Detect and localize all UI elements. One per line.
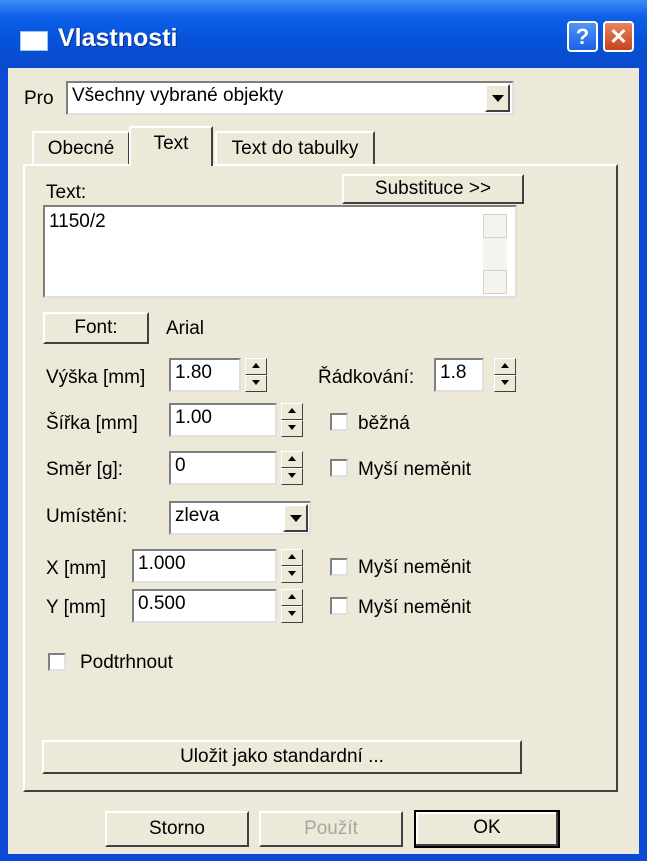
title-bar[interactable]: Vlastnosti ? ✕ <box>0 0 647 68</box>
height-spinner[interactable] <box>245 358 267 392</box>
direction-value: 0 <box>175 455 186 476</box>
spin-down-icon[interactable] <box>281 566 303 583</box>
spin-up-icon[interactable] <box>281 549 303 566</box>
line-spacing-value: 1.8 <box>440 362 467 383</box>
width-input[interactable]: 1.00 <box>169 403 277 437</box>
line-spacing-input[interactable]: 1.8 <box>434 358 484 392</box>
width-spinner[interactable] <box>281 403 303 437</box>
placement-value: zleva <box>175 505 220 526</box>
spin-up-icon[interactable] <box>281 589 303 606</box>
direction-input[interactable]: 0 <box>169 451 277 485</box>
text-input[interactable]: 1150/2 <box>43 205 517 298</box>
tab-text[interactable]: Text <box>129 126 213 166</box>
text-input-value: 1150/2 <box>49 211 106 232</box>
placement-label: Umístění: <box>46 506 128 527</box>
spin-up-icon[interactable] <box>281 451 303 468</box>
spin-up-icon[interactable] <box>494 358 516 375</box>
placement-dropdown-arrow-icon[interactable] <box>283 504 308 532</box>
pro-label: Pro <box>24 88 54 109</box>
width-common-checkbox[interactable] <box>330 413 348 431</box>
help-button[interactable]: ? <box>567 21 598 52</box>
width-value: 1.00 <box>175 407 212 428</box>
apply-button[interactable]: Použít <box>259 811 403 847</box>
save-as-default-button[interactable]: Uložit jako standardní ... <box>42 740 522 774</box>
spin-down-icon[interactable] <box>494 375 516 392</box>
scroll-up-icon[interactable] <box>483 214 507 238</box>
tab-text-do-tabulky[interactable]: Text do tabulky <box>215 131 375 166</box>
direction-spinner[interactable] <box>281 451 303 485</box>
properties-dialog: Vlastnosti ? ✕ Pro Všechny vybrané objek… <box>0 0 647 861</box>
direction-mouse-checkbox[interactable] <box>330 459 348 477</box>
spin-up-icon[interactable] <box>281 403 303 420</box>
scroll-down-icon[interactable] <box>483 270 507 294</box>
text-label: Text: <box>46 182 87 203</box>
x-input[interactable]: 1.000 <box>132 549 277 583</box>
spin-down-icon[interactable] <box>281 606 303 623</box>
window-title: Vlastnosti <box>58 24 178 52</box>
spin-down-icon[interactable] <box>281 468 303 485</box>
width-common-label: běžná <box>358 413 410 434</box>
line-spacing-label: Řádkování: <box>318 367 415 388</box>
window-icon <box>20 31 48 51</box>
direction-mouse-label: Myší neměnit <box>358 459 471 480</box>
cancel-button[interactable]: Storno <box>105 811 249 847</box>
y-input[interactable]: 0.500 <box>132 589 277 623</box>
height-value: 1.80 <box>175 362 212 383</box>
width-label: Šířka [mm] <box>46 413 138 434</box>
y-label: Y [mm] <box>46 597 106 618</box>
x-spinner[interactable] <box>281 549 303 583</box>
x-label: X [mm] <box>46 558 107 579</box>
x-mouse-label: Myší neměnit <box>358 557 471 578</box>
x-value: 1.000 <box>138 553 186 574</box>
x-mouse-checkbox[interactable] <box>330 558 348 576</box>
text-scrollbar[interactable] <box>483 214 507 294</box>
height-label: Výška [mm] <box>46 367 146 388</box>
spin-up-icon[interactable] <box>245 358 267 375</box>
direction-label: Směr [g]: <box>46 459 124 480</box>
spin-down-icon[interactable] <box>245 375 267 392</box>
height-input[interactable]: 1.80 <box>169 358 241 392</box>
pro-dropdown-arrow-icon[interactable] <box>485 84 510 112</box>
font-value: Arial <box>166 318 205 339</box>
ok-button[interactable]: OK <box>414 810 560 848</box>
font-button[interactable]: Font: <box>43 312 149 344</box>
tab-obecne[interactable]: Obecné <box>32 131 130 166</box>
underline-label: Podtrhnout <box>80 652 173 673</box>
pro-select[interactable]: Všechny vybrané objekty <box>66 81 514 115</box>
underline-checkbox[interactable] <box>48 653 66 671</box>
line-spacing-spinner[interactable] <box>494 358 516 392</box>
y-value: 0.500 <box>138 593 186 614</box>
y-spinner[interactable] <box>281 589 303 623</box>
close-button[interactable]: ✕ <box>603 21 634 52</box>
y-mouse-checkbox[interactable] <box>330 597 348 615</box>
y-mouse-label: Myší neměnit <box>358 597 471 618</box>
pro-select-value: Všechny vybrané objekty <box>72 85 284 106</box>
spin-down-icon[interactable] <box>281 420 303 437</box>
substitution-button[interactable]: Substituce >> <box>342 174 524 204</box>
